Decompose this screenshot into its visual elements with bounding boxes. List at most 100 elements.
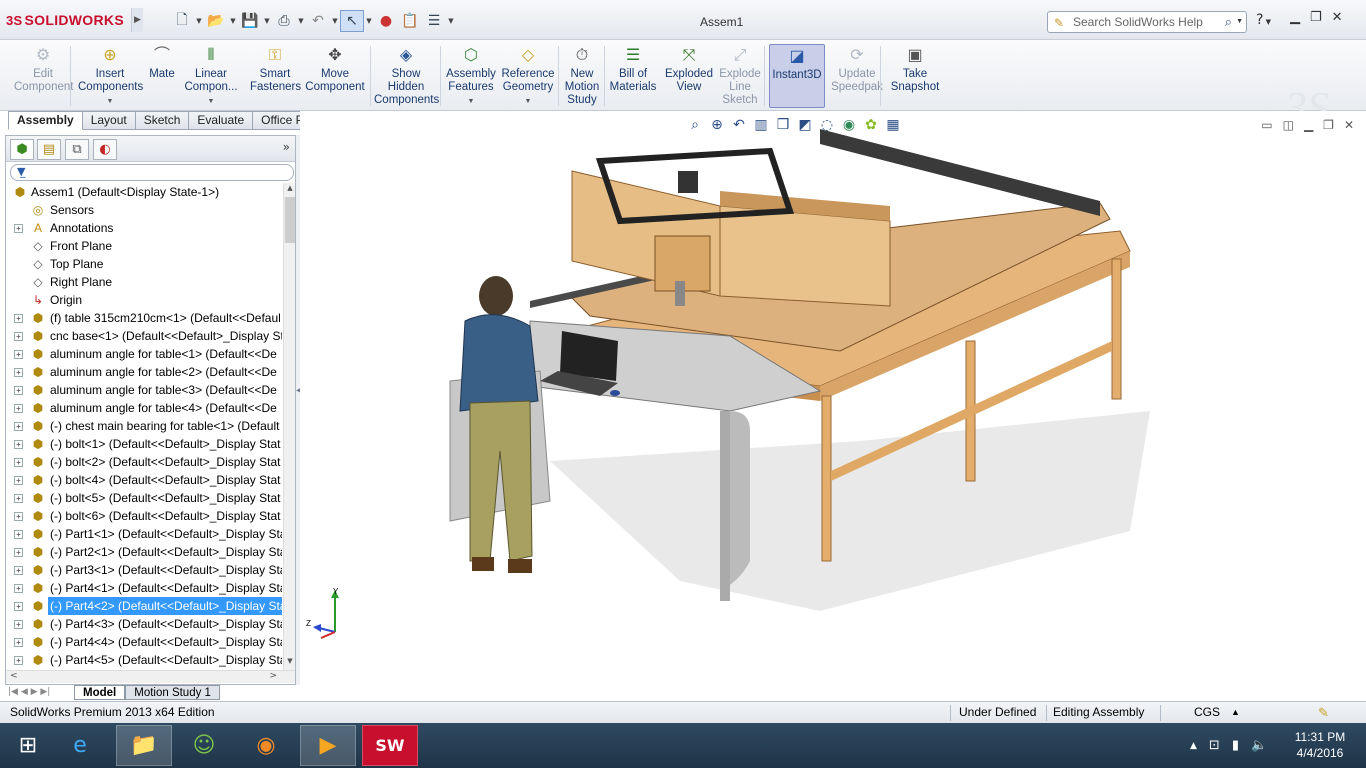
configuration-manager-tab-icon[interactable]: ⧉ [65,139,89,160]
tree-item[interactable]: + ⬢ (-) bolt<4> (Default<<Default>_Display… [6,471,282,489]
tree-item[interactable]: + ⬢ (-) bolt<6> (Default<<Default>_Display… [6,507,282,525]
tree-root-assembly[interactable]: ⬢ Assem1 (Default<Display State-1>) [6,183,282,201]
expand-icon[interactable]: + [14,224,23,233]
scroll-left-icon[interactable]: < [10,671,18,681]
ribbon-button-bill-of-materials[interactable]: ☰ Bill of Materials [608,44,658,108]
save-dropdown-icon[interactable]: ▼ [262,10,272,32]
search-icon[interactable]: ⌕ [1225,12,1232,32]
expand-icon[interactable]: + [14,656,23,665]
ribbon-button-reference-geometry[interactable]: ◇ Reference Geometry ▼ [500,44,556,108]
tree-item[interactable]: + ⬢ (-) Part4<4> (Default<<Default>_Displa… [6,633,282,651]
options-icon[interactable]: ☰ [422,10,446,32]
ribbon-button-smart-fasteners[interactable]: ⚿ Smart Fasteners [250,44,301,108]
file-properties-icon[interactable]: 📋 [398,10,422,32]
scroll-right-icon[interactable]: > [269,671,277,681]
tree-item[interactable]: + ⬢ (-) Part4<2> (Default<<Default>_Displa… [6,597,282,615]
menu-expand-icon[interactable]: ▶ [131,8,143,32]
ribbon-button-explode-line-sketch[interactable]: ⤢ Explode Line Sketch [716,44,764,108]
dropdown-arrow-icon[interactable]: ▼ [184,95,238,108]
help-search-input[interactable]: ✎ Search SolidWorks Help ⌕ ▼ [1047,11,1247,33]
ribbon-button-edit-component[interactable]: ⚙ Edit Component [14,44,73,108]
options-dropdown-icon[interactable]: ▼ [446,10,456,32]
scroll-thumb[interactable] [285,197,295,243]
undo-dropdown-icon[interactable]: ▼ [330,10,340,32]
ribbon-button-instant3d[interactable]: ◪ Instant3D [769,44,825,108]
search-dropdown-icon[interactable]: ▼ [1236,12,1243,32]
tree-item[interactable]: ↳ Origin [6,291,282,309]
tree-item[interactable]: + ⬢ aluminum angle for table<4> (Default<<… [6,399,282,417]
firefox-icon[interactable]: ◉ [238,725,294,766]
rebuild-tag-icon[interactable]: ✎ [1318,702,1329,723]
ribbon-button-update-speedpak[interactable]: ⟳ Update Speedpak [830,44,884,108]
expand-icon[interactable]: + [14,566,23,575]
ribbon-button-insert-components[interactable]: ⊕ Insert Components ▼ [78,44,143,108]
open-dropdown-icon[interactable]: ▼ [228,10,238,32]
expand-icon[interactable]: + [14,314,23,323]
tree-item[interactable]: + ⬢ (-) chest main bearing for table<1> (D… [6,417,282,435]
units-selector[interactable]: CGS [1194,702,1220,723]
tree-item[interactable]: + ⬢ (-) Part3<1> (Default<<Default>_Displa… [6,561,282,579]
solidworks-icon[interactable]: SW [362,725,418,766]
tab-evaluate[interactable]: Evaluate [189,111,254,130]
expand-icon[interactable]: + [14,512,23,521]
ribbon-button-linear-compon[interactable]: ⫴ Linear Compon... ▼ [184,44,238,108]
tab-scroll-arrows[interactable]: |◀ ◀ ▶ ▶| [8,686,74,700]
expand-icon[interactable]: + [14,386,23,395]
solidworks-logo[interactable]: 3S SOLIDWORKS [6,12,124,28]
close-icon[interactable]: ✕ [1332,10,1343,25]
tree-item[interactable]: + ⬢ (-) Part1<1> (Default<<Default>_Displa… [6,525,282,543]
save-icon[interactable]: 💾 [238,10,262,32]
expand-icon[interactable]: + [14,440,23,449]
minimize-icon[interactable]: ▁ [1290,10,1300,25]
dropdown-arrow-icon[interactable]: ▼ [78,95,142,108]
tree-item[interactable]: + A Annotations [6,219,282,237]
messenger-icon[interactable]: ☺ [176,725,232,766]
new-document-icon[interactable]: 🗋 [170,10,194,32]
tree-item[interactable]: ◎ Sensors [6,201,282,219]
file-explorer-icon[interactable]: 📁 [116,725,172,766]
battery-icon[interactable]: ▮ [1232,738,1239,753]
tree-item[interactable]: + ⬢ (-) bolt<2> (Default<<Default>_Display… [6,453,282,471]
expand-icon[interactable]: + [14,620,23,629]
tree-item[interactable]: + ⬢ (-) bolt<1> (Default<<Default>_Display… [6,435,282,453]
select-pointer-icon[interactable]: ↖ [340,10,364,32]
bottom-tab-model[interactable]: Model [74,685,126,700]
ribbon-button-mate[interactable]: ⌒ Mate [144,44,180,108]
expand-icon[interactable]: + [14,530,23,539]
expand-icon[interactable]: + [14,494,23,503]
select-dropdown-icon[interactable]: ▼ [364,10,374,32]
display-manager-tab-icon[interactable]: ◐ [93,139,117,160]
rebuild-traffic-light-icon[interactable]: ● [374,10,398,32]
tree-item[interactable]: + ⬢ cnc base<1> (Default<<Default>_Display… [6,327,282,345]
undo-icon[interactable]: ↶ [306,10,330,32]
graphics-area[interactable]: ⌕ ⊕ ↶ ▥ ❒ ◩ ◌ ◉ ✿ ▦ ▭ ◫ ▁ ❐ ✕ [300,111,1366,701]
expand-icon[interactable]: + [14,638,23,647]
scroll-up-icon[interactable]: ▲ [284,184,296,196]
expand-icon[interactable]: + [14,422,23,431]
tab-layout[interactable]: Layout [82,111,136,130]
print-dropdown-icon[interactable]: ▼ [296,10,306,32]
bottom-tab-motion-study-1[interactable]: Motion Study 1 [125,685,220,700]
expand-icon[interactable]: + [14,404,23,413]
dropdown-arrow-icon[interactable]: ▼ [500,95,556,108]
expand-icon[interactable]: + [14,548,23,557]
ribbon-button-new-motion-study[interactable]: ⏱ New Motion Study [562,44,602,108]
ribbon-button-show-hidden-components[interactable]: ◈ Show Hidden Components [374,44,439,108]
expand-icon[interactable]: + [14,350,23,359]
volume-icon[interactable]: 🔈 [1251,738,1267,753]
tree-filter-input[interactable]: ▼̲ [10,164,294,181]
open-folder-icon[interactable]: 📂 [204,10,228,32]
tree-item[interactable]: ◇ Front Plane [6,237,282,255]
new-dropdown-icon[interactable]: ▼ [194,10,204,32]
tree-item[interactable]: + ⬢ (f) table 315cm210cm<1> (Default<<Defa… [6,309,282,327]
ribbon-button-move-component[interactable]: ✥ Move Component [302,44,368,108]
tray-expand-icon[interactable]: ▲ [1190,741,1197,751]
network-icon[interactable]: ⊡ [1209,738,1220,753]
expand-icon[interactable]: + [14,584,23,593]
scroll-down-icon[interactable]: ▼ [284,657,296,669]
tree-item[interactable]: ◇ Right Plane [6,273,282,291]
tree-item[interactable]: + ⬢ aluminum angle for table<3> (Default<<… [6,381,282,399]
internet-explorer-icon[interactable]: e [52,725,108,766]
tree-item[interactable]: + ⬢ (-) Part4<3> (Default<<Default>_Displa… [6,615,282,633]
restore-icon[interactable]: ❐ [1310,10,1322,25]
